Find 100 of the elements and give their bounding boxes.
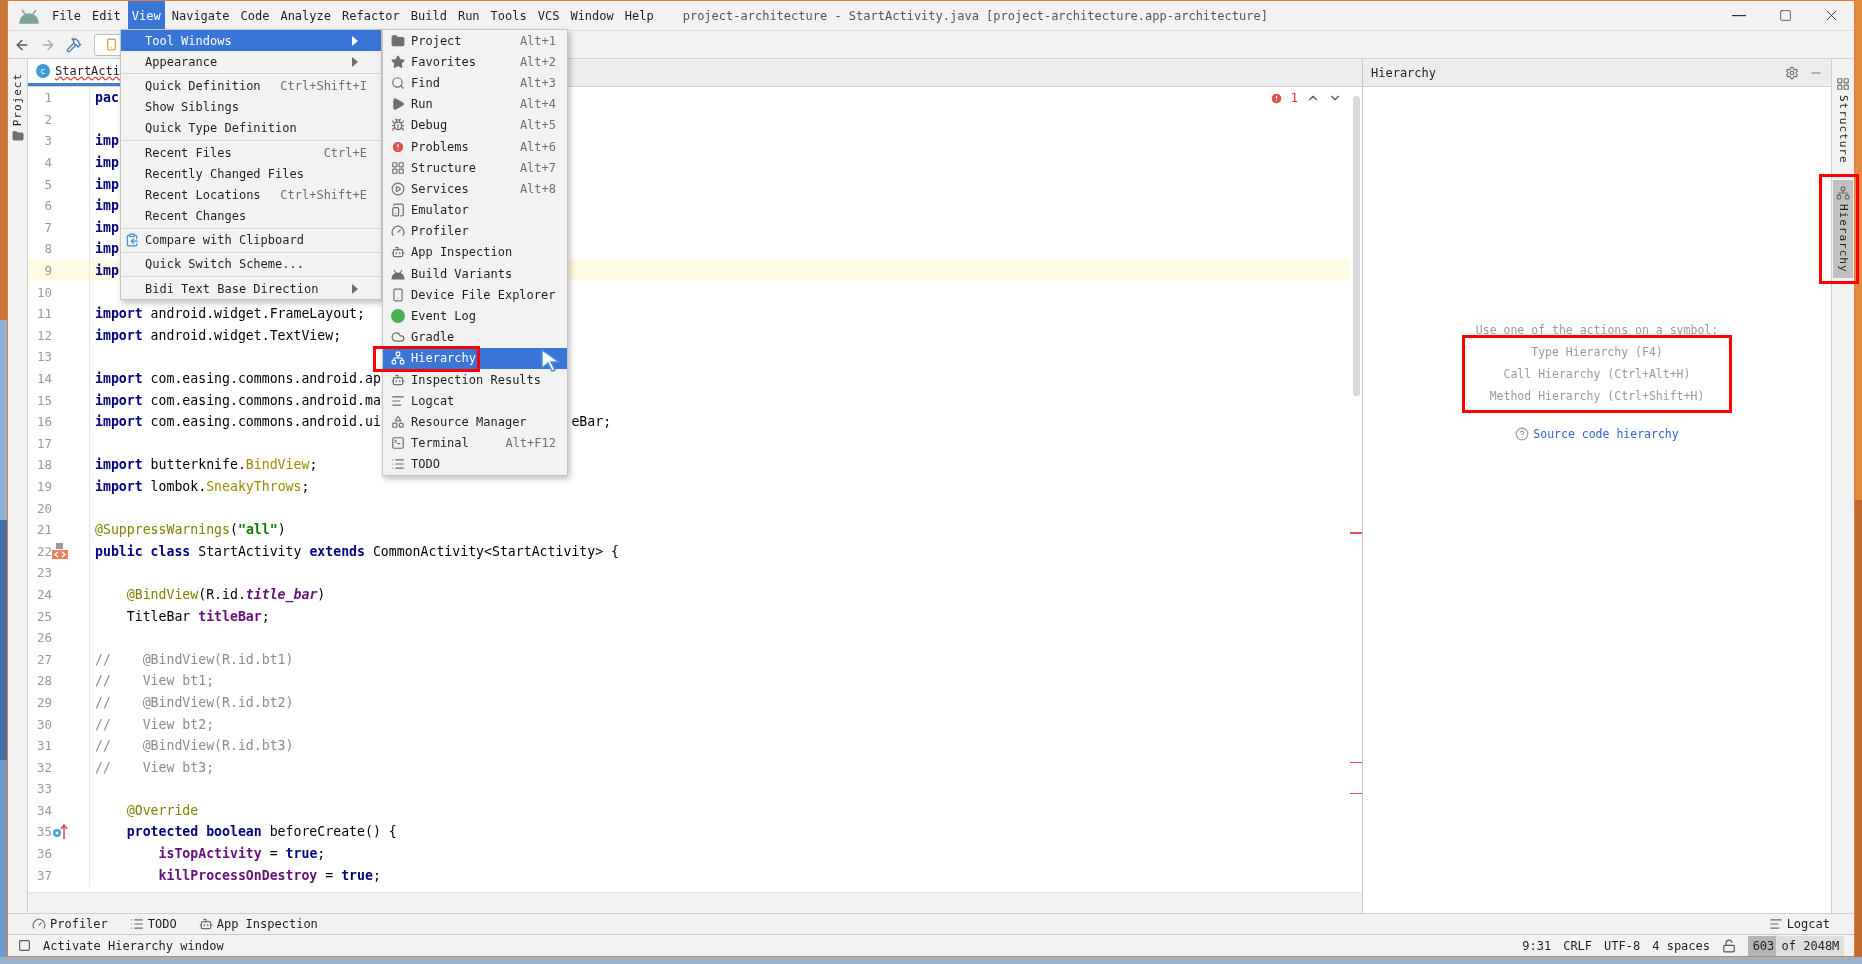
line-number: 4: [44, 155, 52, 171]
menu-item[interactable]: Structure Alt+7: [383, 157, 567, 179]
menu-item[interactable]: Favorites Alt+2: [383, 51, 567, 73]
menu-item[interactable]: Resource Manager: [383, 411, 567, 433]
scrollbar-thumb[interactable]: [1353, 96, 1360, 396]
menu-item[interactable]: Problems Alt+6: [383, 135, 567, 158]
robot-head-icon: [18, 7, 40, 24]
code-text: imp: [94, 219, 119, 235]
menu-item[interactable]: Recent Changes: [121, 205, 381, 227]
code-text: isTopActivity = true;: [157, 846, 326, 862]
help-link[interactable]: Source code hierarchy: [1533, 427, 1679, 441]
robot-icon: [391, 372, 405, 387]
menu-item[interactable]: Run: [453, 0, 484, 31]
menu-item[interactable]: Project Alt+1: [383, 30, 567, 52]
caret-position[interactable]: 9:31: [1522, 938, 1552, 953]
menu-item[interactable]: Compare with Clipboard: [121, 229, 381, 251]
folder-icon: [11, 130, 24, 143]
implemented-marker-icon[interactable]: [52, 543, 68, 560]
menu-item[interactable]: Tools: [486, 0, 531, 31]
menu-item[interactable]: Navigate: [167, 0, 234, 31]
line-number: 15: [36, 392, 52, 408]
line-number: 17: [36, 435, 52, 451]
menu-item[interactable]: Inspection Results: [383, 369, 567, 391]
line-number: 26: [36, 630, 52, 646]
tool-window-button[interactable]: TODO: [129, 917, 177, 931]
menu-item[interactable]: File: [48, 0, 85, 31]
menu-item[interactable]: Recently Changed Files: [121, 163, 381, 185]
menu-item[interactable]: Edit: [87, 0, 125, 31]
tool-window-button[interactable]: App Inspection: [198, 917, 318, 931]
tool-window-tab[interactable]: Hierarchy: [1833, 179, 1853, 279]
hint-text: Use one of the actions on a symbol:: [1475, 322, 1719, 339]
menu-item[interactable]: Window: [566, 0, 618, 31]
menu-item[interactable]: Emulator: [383, 199, 567, 221]
devices-icon: [391, 203, 405, 218]
file-name: StartActi: [55, 64, 121, 78]
error-icon[interactable]: [1269, 91, 1283, 105]
horizontal-scrollbar[interactable]: [28, 892, 1362, 913]
menu-item[interactable]: Recent Locations Ctrl+Shift+E: [121, 184, 381, 206]
menu-item[interactable]: Profiler: [383, 220, 567, 242]
bug-icon: [391, 118, 405, 133]
tool-window-button[interactable]: Profiler: [32, 917, 108, 931]
menu-item[interactable]: Debug Alt+5: [383, 114, 567, 136]
menu-item[interactable]: Code: [236, 0, 274, 31]
menu-item[interactable]: Tool Windows: [121, 30, 381, 52]
menu-item[interactable]: Terminal Alt+F12: [383, 432, 567, 454]
line-number: 18: [36, 457, 52, 473]
code-text: killProcessOnDestroy = true;: [157, 867, 381, 883]
file-encoding[interactable]: UTF-8: [1604, 938, 1641, 953]
lines-icon: [391, 393, 405, 408]
panel-title: Hierarchy: [1371, 65, 1438, 80]
line-number: 37: [36, 867, 52, 883]
phone-icon: [104, 38, 118, 51]
menu-item[interactable]: Recent Files Ctrl+E: [121, 141, 381, 164]
unlock-icon[interactable]: [1722, 938, 1736, 953]
cloud-icon: [391, 330, 405, 345]
code-text: imp: [94, 176, 119, 192]
code-text: pac: [94, 90, 119, 106]
menu-item[interactable]: Gradle: [383, 326, 567, 348]
help-icon: [1515, 427, 1530, 441]
menu-item[interactable]: Services Alt+8: [383, 178, 567, 200]
menu-item[interactable]: Build Variants: [383, 263, 567, 285]
settings-icon[interactable]: [1785, 65, 1799, 80]
action-hint: Type Hierarchy (F4): [1531, 344, 1663, 361]
line-number: 14: [36, 371, 52, 386]
menu-item[interactable]: Event Log: [383, 305, 567, 327]
menu-item[interactable]: Build: [406, 0, 451, 31]
phone-icon: [391, 287, 405, 302]
menu-item[interactable]: Find Alt+3: [383, 72, 567, 94]
maximize-icon: [1778, 9, 1792, 22]
build-button[interactable]: [66, 36, 82, 53]
menu-item[interactable]: Bidi Text Base Direction: [121, 278, 381, 300]
menu-item[interactable]: TODO: [383, 453, 567, 475]
menu-item[interactable]: Analyze: [276, 0, 335, 31]
menu-item[interactable]: View: [127, 0, 165, 31]
menu-item[interactable]: Quick Switch Scheme...: [121, 253, 381, 276]
menu-item[interactable]: App Inspection: [383, 241, 567, 264]
line-number: 30: [36, 716, 52, 732]
line-number: 36: [36, 846, 52, 862]
menu-item[interactable]: Quick Type Definition: [121, 117, 381, 139]
grid-icon: [391, 160, 405, 175]
code-text: @Override: [125, 802, 199, 818]
tool-window-tab[interactable]: Structure: [1833, 71, 1853, 170]
menu-item[interactable]: Logcat: [383, 390, 567, 412]
problem-count[interactable]: 1: [1290, 91, 1298, 105]
tool-window-button[interactable]: Logcat: [1768, 917, 1830, 931]
menu-item[interactable]: Show Siblings: [121, 96, 381, 118]
menu-item[interactable]: Device File Explorer: [383, 284, 567, 306]
indent-setting[interactable]: 4 spaces: [1652, 938, 1710, 953]
line-number: 5: [44, 176, 52, 192]
code-text: import android.widget.TextView;: [94, 327, 342, 343]
override-marker-icon[interactable]: [52, 824, 68, 840]
tool-window-tab[interactable]: Project: [11, 69, 24, 131]
menu-item[interactable]: Help: [620, 0, 658, 31]
code-text: protected boolean beforeCreate() {: [125, 824, 397, 840]
menu-item[interactable]: VCS: [533, 0, 564, 31]
window-icon[interactable]: [18, 939, 31, 952]
cursor-icon: [540, 348, 562, 372]
menu-item[interactable]: Refactor: [338, 0, 404, 31]
menu-item[interactable]: Run Alt+4: [383, 93, 567, 115]
line-separator[interactable]: CRLF: [1563, 938, 1593, 953]
